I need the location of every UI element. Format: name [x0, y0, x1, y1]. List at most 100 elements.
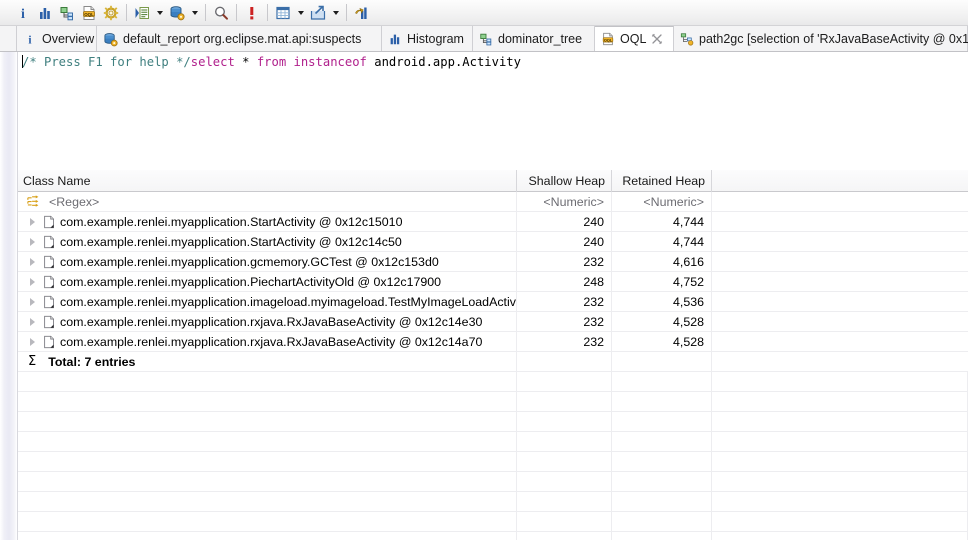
table-row[interactable]: com.example.renlei.myapplication.imagelo… [18, 291, 968, 312]
row-cell-blank[interactable] [712, 292, 968, 312]
tab-overview[interactable]: i Overview [16, 26, 97, 51]
heap-dump-icon[interactable] [166, 2, 188, 24]
tab-histogram[interactable]: Histogram [382, 26, 473, 51]
oql-icon[interactable]: OQL [78, 2, 100, 24]
query-comment: /* Press F1 for help */ [22, 55, 191, 69]
row-cell-retained-heap[interactable]: 4,744 [612, 231, 712, 252]
row-cell-shallow-heap[interactable]: 248 [517, 271, 612, 292]
row-cell-shallow-heap[interactable]: 240 [517, 211, 612, 232]
row-cell-class-name[interactable]: com.example.renlei.myapplication.imagelo… [18, 291, 517, 312]
row-cell-class-name[interactable]: com.example.renlei.myapplication.Piechar… [18, 271, 517, 292]
column-header-retained-heap[interactable]: Retained Heap [612, 169, 712, 192]
run-query-icon[interactable] [131, 2, 153, 24]
row-text-class-name: com.example.renlei.myapplication.Piechar… [60, 274, 442, 289]
row-cell-shallow-heap[interactable]: 232 [517, 291, 612, 312]
row-cell-blank[interactable] [712, 332, 968, 352]
table-filter-row[interactable]: <Regex> <Numeric> <Numeric> [18, 191, 968, 212]
table-row[interactable]: com.example.renlei.myapplication.Piechar… [18, 271, 968, 292]
table-row[interactable]: com.example.renlei.myapplication.rxjava.… [18, 331, 968, 352]
filter-cell-retained-heap[interactable]: <Numeric> [612, 191, 712, 212]
tab-path2gc[interactable]: path2gc [selection of 'RxJavaBaseActivit… [674, 26, 968, 51]
filter-cell-shallow-heap[interactable]: <Numeric> [517, 191, 612, 212]
filter-cell-blank[interactable] [712, 192, 968, 212]
svg-text:OQL: OQL [604, 38, 613, 42]
run-query-dropdown-icon[interactable] [153, 2, 166, 24]
histogram-icon [388, 32, 402, 46]
empty-cell [612, 451, 712, 472]
oql-editor-area: /* Press F1 for help */select * from ins… [0, 52, 968, 170]
editor-gutter [0, 52, 18, 170]
table-gutter [0, 170, 18, 540]
empty-cell [18, 431, 517, 452]
queries-icon[interactable] [100, 2, 122, 24]
close-icon[interactable] [651, 33, 663, 45]
row-cell-class-name[interactable]: com.example.renlei.myapplication.StartAc… [18, 211, 517, 232]
empty-cell [18, 511, 517, 532]
column-header-blank[interactable] [712, 170, 968, 192]
table-row[interactable]: com.example.renlei.myapplication.rxjava.… [18, 311, 968, 332]
row-cell-shallow-heap[interactable]: 232 [517, 331, 612, 352]
row-cell-shallow-heap[interactable]: 232 [517, 251, 612, 272]
compare-icon[interactable] [351, 2, 373, 24]
filter-cell-class-name[interactable]: <Regex> [18, 191, 517, 212]
expand-triangle-icon[interactable] [27, 272, 38, 292]
heap-dump-dropdown-icon[interactable] [188, 2, 201, 24]
oql-query-input[interactable]: /* Press F1 for help */select * from ins… [18, 52, 968, 170]
tab-dominator-tree[interactable]: dominator_tree [473, 26, 595, 51]
empty-cell [18, 531, 517, 540]
column-header-shallow-heap[interactable]: Shallow Heap [517, 169, 612, 192]
column-header-class-name[interactable]: Class Name [18, 169, 517, 192]
svg-text:i: i [21, 7, 25, 21]
row-cell-retained-heap[interactable]: 4,616 [612, 251, 712, 272]
export-dropdown-icon[interactable] [329, 2, 342, 24]
row-cell-retained-heap[interactable]: 4,528 [612, 311, 712, 332]
table-dropdown-icon[interactable] [294, 2, 307, 24]
editor-tab-bar: i Overview default_report org.eclipse.ma… [0, 26, 968, 52]
row-cell-retained-heap[interactable]: 4,752 [612, 271, 712, 292]
table-icon[interactable] [272, 2, 294, 24]
histogram-icon[interactable] [34, 2, 56, 24]
row-cell-retained-heap[interactable]: 4,744 [612, 211, 712, 232]
row-cell-class-name[interactable]: com.example.renlei.myapplication.gcmemor… [18, 251, 517, 272]
row-cell-class-name[interactable]: com.example.renlei.myapplication.StartAc… [18, 231, 517, 252]
row-cell-blank[interactable] [712, 212, 968, 232]
info-icon: i [23, 32, 37, 46]
row-cell-blank[interactable] [712, 232, 968, 252]
empty-cell [612, 431, 712, 452]
regex-filter-icon [26, 194, 41, 209]
table-row[interactable]: com.example.renlei.myapplication.gcmemor… [18, 251, 968, 272]
row-cell-retained-heap[interactable]: 4,536 [612, 291, 712, 312]
tab-oql[interactable]: OQL OQL [595, 26, 674, 51]
search-icon[interactable] [210, 2, 232, 24]
empty-cell [712, 371, 968, 392]
row-cell-class-name[interactable]: com.example.renlei.myapplication.rxjava.… [18, 331, 517, 352]
class-object-icon [42, 255, 56, 269]
table-row[interactable]: com.example.renlei.myapplication.StartAc… [18, 211, 968, 232]
expand-triangle-icon[interactable] [27, 312, 38, 332]
expand-triangle-icon[interactable] [27, 212, 38, 232]
empty-cell [517, 391, 612, 412]
row-cell-blank[interactable] [712, 312, 968, 332]
toolbar-separator [205, 4, 206, 21]
table-row[interactable]: com.example.renlei.myapplication.StartAc… [18, 231, 968, 252]
dominator-tree-icon[interactable] [56, 2, 78, 24]
expand-triangle-icon[interactable] [27, 292, 38, 312]
expand-triangle-icon[interactable] [27, 232, 38, 252]
row-cell-shallow-heap[interactable]: 240 [517, 231, 612, 252]
error-log-icon[interactable] [241, 2, 263, 24]
row-cell-blank[interactable] [712, 272, 968, 292]
empty-cell [517, 531, 612, 540]
expand-triangle-icon[interactable] [27, 252, 38, 272]
tab-default-report[interactable]: default_report org.eclipse.mat.api:suspe… [97, 26, 382, 51]
empty-cell [712, 451, 968, 472]
export-icon[interactable] [307, 2, 329, 24]
row-cell-shallow-heap[interactable]: 232 [517, 311, 612, 332]
row-cell-retained-heap[interactable]: 4,528 [612, 331, 712, 352]
oql-icon: OQL [601, 32, 615, 46]
row-cell-blank[interactable] [712, 252, 968, 272]
expand-triangle-icon[interactable] [27, 332, 38, 352]
info-icon[interactable]: i [12, 2, 34, 24]
filter-text-class-name: <Regex> [49, 194, 100, 209]
row-cell-class-name[interactable]: com.example.renlei.myapplication.rxjava.… [18, 311, 517, 332]
sigma-icon: Σ [28, 354, 37, 369]
